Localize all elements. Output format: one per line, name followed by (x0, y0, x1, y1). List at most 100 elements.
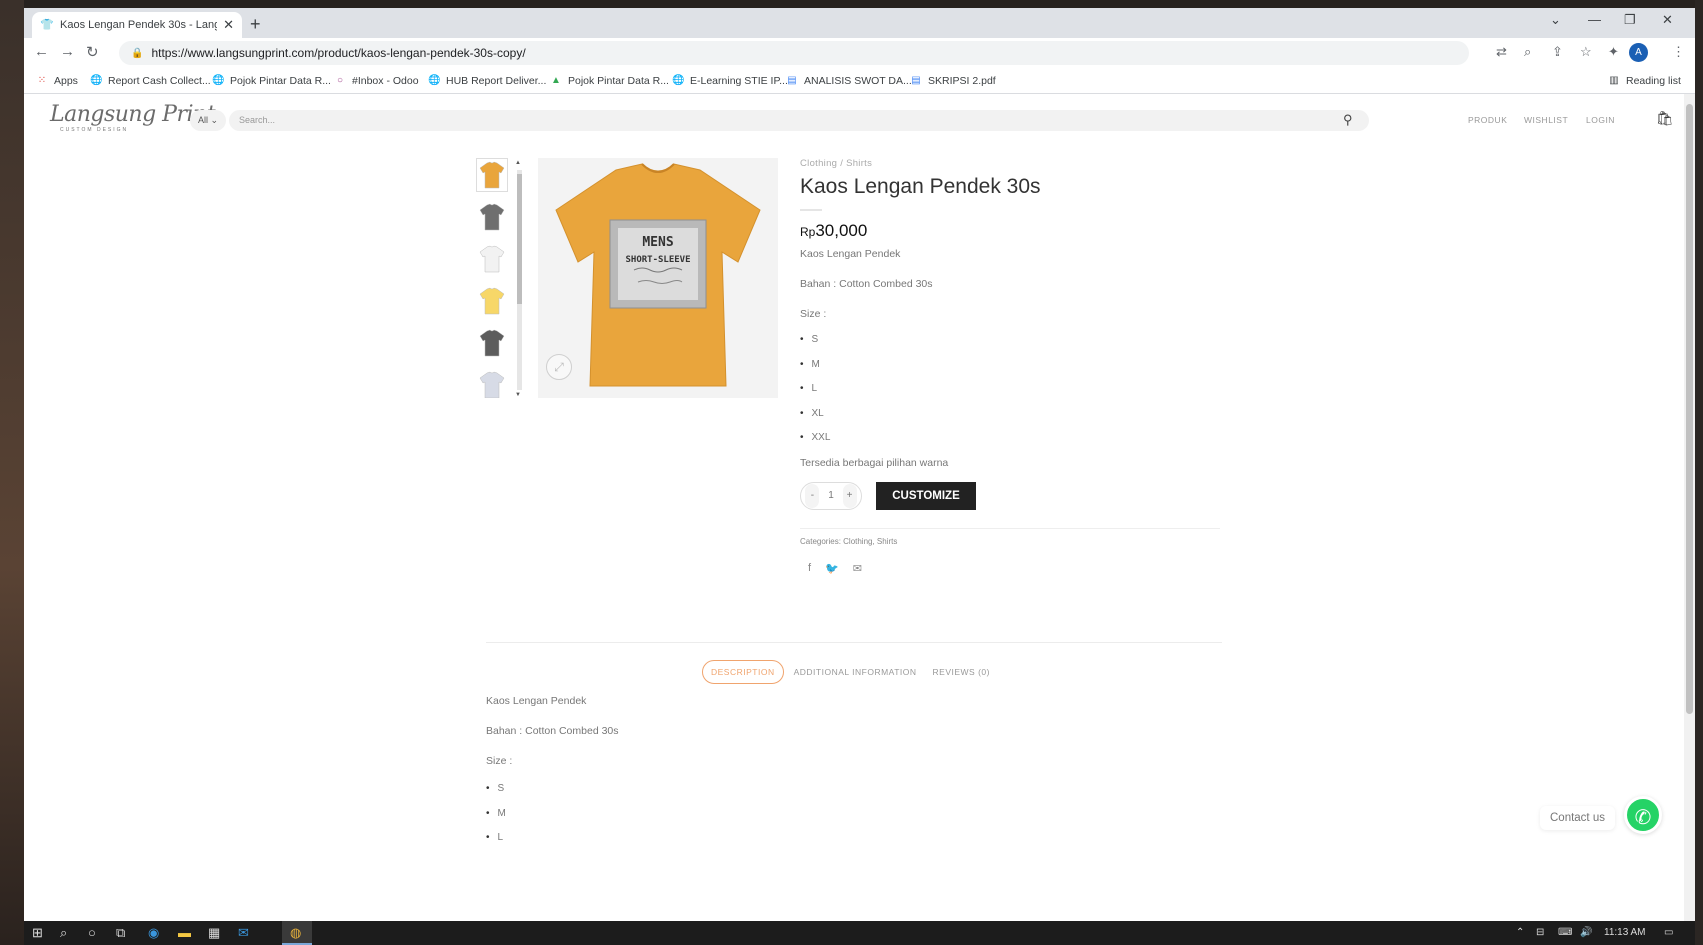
share-icon[interactable]: ⇪ (1552, 44, 1563, 60)
language-icon[interactable]: ⌨ (1558, 927, 1572, 938)
title-divider (800, 209, 822, 211)
product-categories[interactable]: Categories: Clothing, Shirts (800, 527, 1220, 546)
scrollbar-thumb[interactable] (1686, 104, 1693, 714)
customize-button[interactable]: CUSTOMIZE (876, 481, 976, 510)
search-icon[interactable]: ⌕ (60, 925, 67, 941)
qty-minus-button[interactable]: - (805, 483, 820, 508)
gallery-scrollbar[interactable]: ▲ ▼ (515, 160, 523, 398)
category-select[interactable]: All ⌄ (190, 110, 226, 131)
minimize-icon[interactable]: — (1588, 12, 1601, 27)
page-scrollbar[interactable] (1684, 94, 1695, 921)
reading-list-icon: ▥ (1609, 75, 1619, 86)
reading-list-label: Reading list (1626, 75, 1681, 87)
mail-icon[interactable]: ✉ (238, 925, 249, 941)
bookmark-star-icon[interactable]: ☆ (1580, 44, 1592, 60)
share-icons: f 🐦 ✉ (800, 562, 1220, 575)
edge-icon[interactable]: ◉ (148, 925, 159, 941)
globe-icon: 🌐 (428, 75, 441, 86)
bookmark-label: Pojok Pintar Data R... (230, 75, 331, 87)
notification-icon[interactable]: ▭ (1664, 927, 1673, 938)
whatsapp-icon[interactable]: ✆ (1624, 796, 1662, 834)
twitter-icon[interactable]: 🐦 (825, 562, 839, 575)
chrome-taskbar-button[interactable]: ◍ (282, 921, 312, 945)
bookmark-item[interactable]: ▲ Pojok Pintar Data R... (550, 75, 669, 87)
panel-material: Bahan : Cotton Combed 30s (486, 725, 619, 737)
nav-produk[interactable]: PRODUK (1468, 115, 1507, 125)
extensions-icon[interactable]: ✦ (1608, 44, 1619, 60)
browser-toolbar: ← → ↻ 🔒 https://www.langsungprint.com/pr… (24, 38, 1695, 68)
bookmark-item[interactable]: 🌐 Pojok Pintar Data R... (212, 75, 331, 87)
search-input[interactable]: Search... (229, 110, 1369, 131)
tab-search-icon[interactable]: ⌄ (1550, 12, 1561, 28)
reading-list[interactable]: ▥ Reading list (1608, 75, 1681, 87)
close-tab-icon[interactable]: ✕ (223, 17, 234, 33)
breadcrumb[interactable]: Clothing / Shirts (800, 158, 1220, 169)
address-bar[interactable]: 🔒 https://www.langsungprint.com/product/… (119, 41, 1469, 65)
tab-reviews[interactable]: REVIEWS (0) (933, 667, 990, 677)
gallery-thumbnail[interactable] (476, 242, 508, 276)
zoom-icon[interactable]: ⌕ (1524, 44, 1531, 60)
clock[interactable]: 11:13 AM (1604, 927, 1646, 938)
translate-icon[interactable]: ⇄ (1496, 44, 1507, 60)
bookmark-apps[interactable]: ⁙ Apps (36, 75, 78, 87)
network-icon[interactable]: ⊟ (1536, 927, 1544, 938)
gallery-thumbnail[interactable] (476, 368, 508, 398)
contact-us-label[interactable]: Contact us (1540, 806, 1615, 830)
list-item: M (800, 358, 1220, 383)
panel-short-description: Kaos Lengan Pendek (486, 695, 587, 707)
windows-taskbar: ⊞ ⌕ ○ ⧉ ◉ ▬ ▦ ✉ ◍ ⌃ ⊟ ⌨ 🔊 11:13 AM ▭ (24, 921, 1695, 945)
volume-icon[interactable]: 🔊 (1580, 927, 1592, 938)
product-price: Rp30,000 (800, 221, 1220, 241)
browser-tab[interactable]: 👕 Kaos Lengan Pendek 30s - Lang... ✕ (32, 12, 242, 38)
tab-strip: 👕 Kaos Lengan Pendek 30s - Lang... ✕ + ⌄… (24, 8, 1695, 38)
profile-avatar[interactable]: A (1629, 43, 1648, 62)
search-icon[interactable]: ⚲ (1343, 112, 1353, 128)
globe-icon: 🌐 (90, 75, 103, 86)
gallery-thumbnails (476, 158, 510, 398)
bookmark-item[interactable]: ▤ SKRIPSI 2.pdf (910, 75, 995, 87)
expand-icon[interactable]: ⤢ (546, 354, 572, 380)
menu-kebab-icon[interactable]: ⋮ (1672, 44, 1685, 60)
chevron-down-icon: ⌄ (210, 115, 219, 125)
gallery-thumbnail[interactable] (476, 158, 508, 192)
desktop-background-top (0, 0, 1703, 8)
reload-icon[interactable]: ↻ (86, 43, 99, 61)
windows-start-icon[interactable]: ⊞ (32, 925, 43, 941)
bookmark-item[interactable]: 🌐 Report Cash Collect... (90, 75, 211, 87)
doc-icon: ▤ (911, 75, 921, 86)
gallery-thumbnail[interactable] (476, 284, 508, 318)
bookmark-label: ANALISIS SWOT DA... (804, 75, 912, 87)
description-panel: Kaos Lengan Pendek Bahan : Cotton Combed… (486, 694, 1186, 856)
restore-icon[interactable]: ❐ (1624, 12, 1636, 28)
product-main-image[interactable]: MENS SHORT-SLEEVE ⤢ (538, 158, 778, 398)
facebook-icon[interactable]: f (808, 562, 811, 575)
cortana-icon[interactable]: ○ (88, 925, 96, 940)
bookmark-item[interactable]: 🌐 E-Learning STIE IP... (672, 75, 788, 87)
back-icon[interactable]: ← (34, 43, 49, 60)
gallery-thumbnail[interactable] (476, 200, 508, 234)
qty-input[interactable]: 1 (828, 490, 834, 501)
tray-chevron-icon[interactable]: ⌃ (1516, 927, 1524, 938)
new-tab-icon[interactable]: + (250, 14, 261, 35)
bookmark-item[interactable]: ○ #Inbox - Odoo (334, 75, 419, 87)
qty-plus-button[interactable]: + (842, 483, 857, 508)
bookmark-item[interactable]: ▤ ANALISIS SWOT DA... (786, 75, 912, 87)
task-view-icon[interactable]: ⧉ (116, 925, 125, 941)
lock-icon[interactable]: 🔒 (131, 48, 143, 59)
nav-login[interactable]: LOGIN (1586, 115, 1615, 125)
scroll-down-icon[interactable]: ▼ (515, 392, 521, 398)
scroll-up-icon[interactable]: ▲ (515, 160, 521, 166)
forward-icon[interactable]: → (60, 43, 75, 60)
tab-description[interactable]: DESCRIPTION (702, 660, 784, 684)
store-icon[interactable]: ▦ (208, 925, 220, 941)
globe-icon: 🌐 (672, 75, 685, 86)
shopping-bag-icon[interactable]: 🛍 (1656, 110, 1674, 127)
gallery-thumbnail[interactable] (476, 326, 508, 360)
email-icon[interactable]: ✉ (853, 562, 862, 575)
file-explorer-icon[interactable]: ▬ (178, 925, 191, 940)
close-window-icon[interactable]: ✕ (1662, 12, 1673, 28)
bookmark-label: Apps (54, 75, 78, 87)
bookmark-item[interactable]: 🌐 HUB Report Deliver... (428, 75, 546, 87)
tab-additional-information[interactable]: ADDITIONAL INFORMATION (794, 667, 917, 677)
nav-wishlist[interactable]: WISHLIST (1524, 115, 1568, 125)
